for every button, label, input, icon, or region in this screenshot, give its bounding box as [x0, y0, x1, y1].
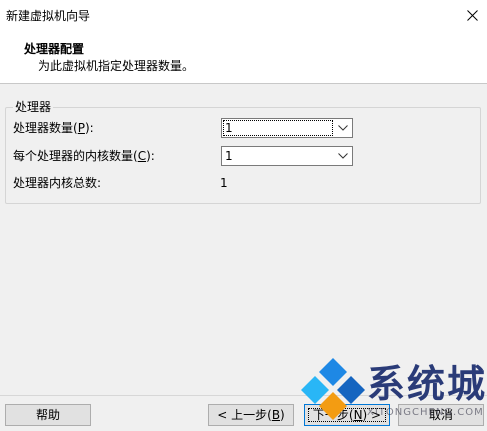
processor-count-label-suffix: ):	[84, 121, 94, 135]
wizard-header: 处理器配置 为此虚拟机指定处理器数量。	[0, 31, 487, 84]
cores-label-text: 每个处理器的内核数量(	[13, 149, 138, 163]
processor-count-select[interactable]: 1	[221, 118, 353, 138]
footer-divider	[0, 395, 487, 396]
processor-count-label-text: 处理器数量(	[13, 121, 78, 135]
total-cores-label: 处理器内核总数:	[13, 176, 102, 190]
page-title: 处理器配置	[24, 42, 85, 56]
processor-count-label: 处理器数量(P):	[13, 121, 94, 135]
cancel-button[interactable]: 取消	[398, 404, 484, 426]
processor-count-value: 1	[223, 120, 333, 136]
close-button[interactable]	[457, 0, 487, 31]
back-button-label: < 上一步(	[217, 408, 272, 422]
title-bar: 新建虚拟机向导	[0, 0, 487, 31]
chevron-down-icon	[338, 153, 348, 159]
cancel-button-label: 取消	[428, 408, 453, 422]
cores-per-processor-label: 每个处理器的内核数量(C):	[13, 149, 155, 163]
next-button[interactable]: 下一步(N) >	[304, 404, 390, 426]
chevron-down-icon	[338, 125, 348, 131]
cores-label-suffix: ):	[146, 149, 155, 163]
cores-per-processor-select[interactable]: 1	[221, 146, 353, 166]
page-subtitle: 为此虚拟机指定处理器数量。	[38, 59, 195, 73]
back-button[interactable]: < 上一步(B)	[208, 404, 294, 426]
focus-rect	[308, 408, 386, 422]
cores-accelerator: C	[137, 149, 147, 163]
help-button[interactable]: 帮助	[5, 404, 91, 426]
window-title: 新建虚拟机向导	[6, 9, 91, 23]
group-legend: 处理器	[13, 99, 54, 115]
back-button-suffix: )	[280, 408, 285, 422]
cores-per-processor-value: 1	[225, 149, 233, 163]
close-icon	[467, 10, 478, 21]
total-cores-value: 1	[220, 176, 228, 190]
help-button-label: 帮助	[35, 408, 60, 422]
back-accelerator: B	[271, 408, 281, 422]
watermark-text: 系统城	[367, 362, 487, 406]
processor-count-accelerator: P	[77, 121, 85, 135]
